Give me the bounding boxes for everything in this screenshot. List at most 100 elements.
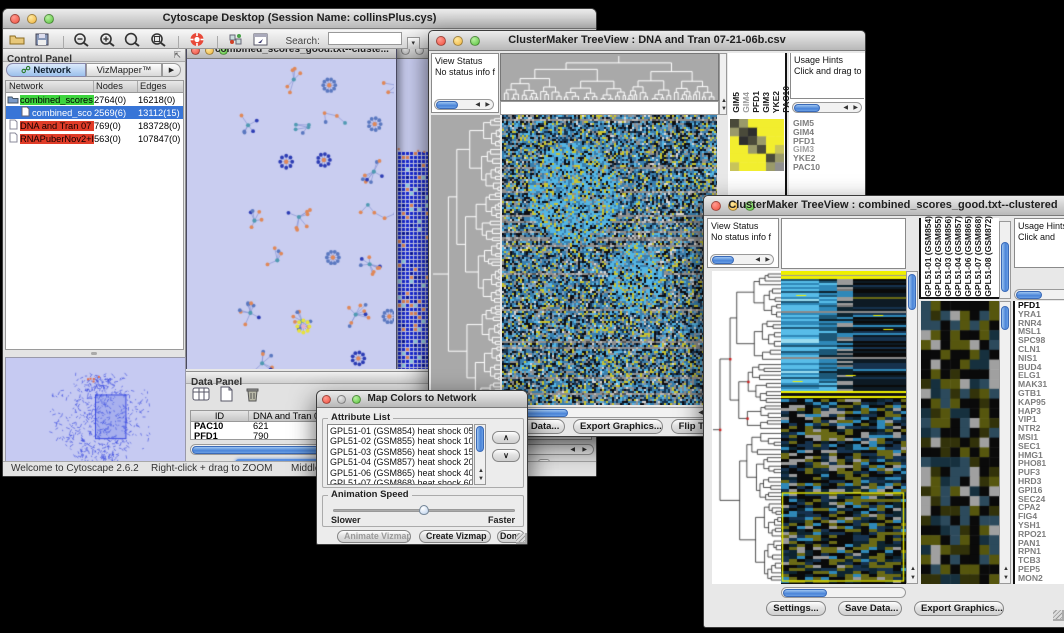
tv1-heatmap[interactable] [502,115,717,405]
scroll-down-icon[interactable]: ▼ [721,106,727,113]
tv1-row-dendrogram[interactable] [431,115,500,405]
tv2-usage-scrollbar[interactable] [1014,289,1064,300]
tv2-global-vscrollbar[interactable]: ▲ ▼ [906,271,918,584]
network-tab-icon: ☍ [21,65,31,76]
minimize-icon[interactable] [205,49,214,55]
scroll-up-icon[interactable]: ▲ [910,566,916,573]
delete-attribute-icon[interactable] [243,386,261,401]
attribute-list-vscrollbar[interactable]: ▲ ▼ [474,424,486,485]
scroll-left-icon[interactable]: ◀ [843,105,848,112]
panel-splitter[interactable] [5,351,184,356]
animate-vizmap-button[interactable]: Animate Vizmap [337,530,411,543]
dialog-titlebar[interactable]: Map Colors to Network [317,391,527,408]
scroll-right-icon[interactable]: ▶ [582,447,587,454]
list-item: GPL51-03 (GSM856) [943,216,953,297]
tv1-status-scrollbar[interactable]: ◀ ▶ [434,99,494,110]
scroll-left-icon[interactable]: ◀ [755,257,760,264]
resize-grip[interactable] [1053,610,1064,621]
list-item: GPL51-01 (GSM854) heat shock 05 min [330,426,472,436]
zoom-selected-icon[interactable] [149,32,167,47]
create-vizmap-button[interactable]: Create Vizmap [419,530,491,543]
list-item: GPL51-02 (GSM855) heat shock 10 min [330,436,472,446]
scroll-down-icon[interactable]: ▼ [910,575,916,582]
scroll-down-icon[interactable]: ▼ [478,476,484,483]
scroll-up-icon[interactable]: ▲ [1003,566,1009,573]
open-icon[interactable] [8,32,26,47]
tv2-zoom-vscrollbar[interactable]: ▲ ▼ [999,301,1011,584]
scroll-right-icon[interactable]: ▶ [853,105,858,112]
zoom-fit-icon[interactable] [123,32,141,47]
scroll-right-icon[interactable]: ▶ [485,102,490,109]
treeview2-titlebar[interactable]: ClusterMaker TreeView : combined_scores_… [704,196,1064,216]
network-row[interactable]: RNAPuberNov2+l 563(0) 107847(0) [6,132,183,145]
scroll-right-icon[interactable]: ▶ [765,257,770,264]
tv1-zoom-heatmap[interactable] [730,119,784,171]
select-attributes-icon[interactable] [192,386,210,401]
tv2-settings-button[interactable]: Settings... [766,601,826,616]
slider-thumb[interactable] [419,505,429,515]
col-header-id[interactable]: ID [191,411,249,421]
tv2-save-data-button[interactable]: Save Data... [838,601,902,616]
tv1-mini-vscrollbar[interactable]: ▲ ▼ [719,53,727,115]
list-item: GPL51-04 (GSM857) [953,216,963,297]
tv1-export-graphics-button[interactable]: Export Graphics... [573,419,663,434]
annotation-icon[interactable] [227,32,245,47]
list-item: PAC10 [793,163,820,172]
faster-label: Faster [488,515,515,525]
speed-slider[interactable] [333,505,515,515]
tab-network[interactable]: ☍ Network [6,63,86,77]
treeview1-title: ClusterMaker TreeView : DNA and Tran 07-… [429,34,865,46]
help-lifesaver-icon[interactable] [188,32,206,47]
vizmap-window-icon[interactable] [252,32,270,47]
tv2-heatmap[interactable] [781,271,906,584]
network-row[interactable]: DNA and Tran 07 769(0) 183728(0) [6,119,183,132]
close-icon[interactable] [401,49,410,55]
col-header-network[interactable]: Network [6,81,94,92]
col-header-edges[interactable]: Edges [138,81,183,92]
tv2-zoom-labels-panel: GPL51-01 (GSM854)GPL51-02 (GSM855)GPL51-… [919,218,999,299]
main-window-title: Cytoscape Desktop (Session Name: collins… [3,12,596,24]
tv2-bottom-hscrollbar[interactable] [781,587,906,598]
tv2-row-dendrogram[interactable] [712,271,781,584]
attribute-list-group: Attribute List GPL51-01 (GSM854) heat sh… [322,418,524,488]
minimize-icon[interactable] [415,49,424,55]
scroll-down-icon[interactable]: ▼ [1003,575,1009,582]
tv2-export-graphics-button[interactable]: Export Graphics... [914,601,1004,616]
main-titlebar[interactable]: Cytoscape Desktop (Session Name: collins… [3,9,596,29]
float-panel-icon[interactable]: ⇱ [173,50,181,61]
treeview1-titlebar[interactable]: ClusterMaker TreeView : DNA and Tran 07-… [429,31,865,51]
network-table: Network Nodes Edges combined_scores 2764… [5,80,184,350]
network-view-canvas[interactable] [188,59,394,369]
tab-vizmapper[interactable]: VizMapper™ [86,63,162,77]
scroll-left-icon[interactable]: ◀ [475,102,480,109]
zoom-in-icon[interactable] [98,32,116,47]
col-header-nodes[interactable]: Nodes [94,81,138,92]
list-item: GPL51-01 (GSM854) [923,216,933,297]
tab-more-button[interactable]: ▶ [162,63,181,77]
network-overview-minimap[interactable] [5,357,186,471]
network-row-selected[interactable]: combined_sco 2569(6) 13112(15) [6,106,183,119]
resize-grip[interactable] [516,533,527,544]
search-input[interactable] [328,32,402,45]
tv2-zoom-top-vscrollbar[interactable] [999,221,1011,299]
animation-speed-group: Animation Speed Slower Faster [322,495,524,527]
animation-speed-label: Animation Speed [328,489,412,500]
tv1-column-dendrogram[interactable] [500,53,719,101]
tv1-usage-scrollbar[interactable]: ◀ ▶ [792,102,862,113]
move-down-button[interactable]: ∨ [492,449,520,462]
network-row[interactable]: combined_scores 2764(0) 16218(0) [6,93,183,106]
save-icon[interactable] [33,32,51,47]
dialog-title: Map Colors to Network [317,393,527,404]
attribute-list[interactable]: GPL51-01 (GSM854) heat shock 05 minGPL51… [327,424,473,485]
move-up-button[interactable]: ∧ [492,431,520,444]
scroll-up-icon[interactable]: ▲ [478,468,484,475]
tv2-zoom-heatmap[interactable] [921,301,999,584]
new-attribute-icon[interactable] [217,386,235,401]
scroll-left-icon[interactable]: ◀ [570,447,575,454]
list-item: GPL51-06 (GSM865) [963,216,973,297]
close-icon[interactable] [191,49,200,55]
scroll-up-icon[interactable]: ▲ [721,98,727,105]
zoom-out-icon[interactable] [72,32,90,47]
tv1-heatmap-hscrollbar[interactable]: ◀ ▶ [502,407,717,418]
tv2-status-scrollbar[interactable]: ◀ ▶ [710,254,774,265]
